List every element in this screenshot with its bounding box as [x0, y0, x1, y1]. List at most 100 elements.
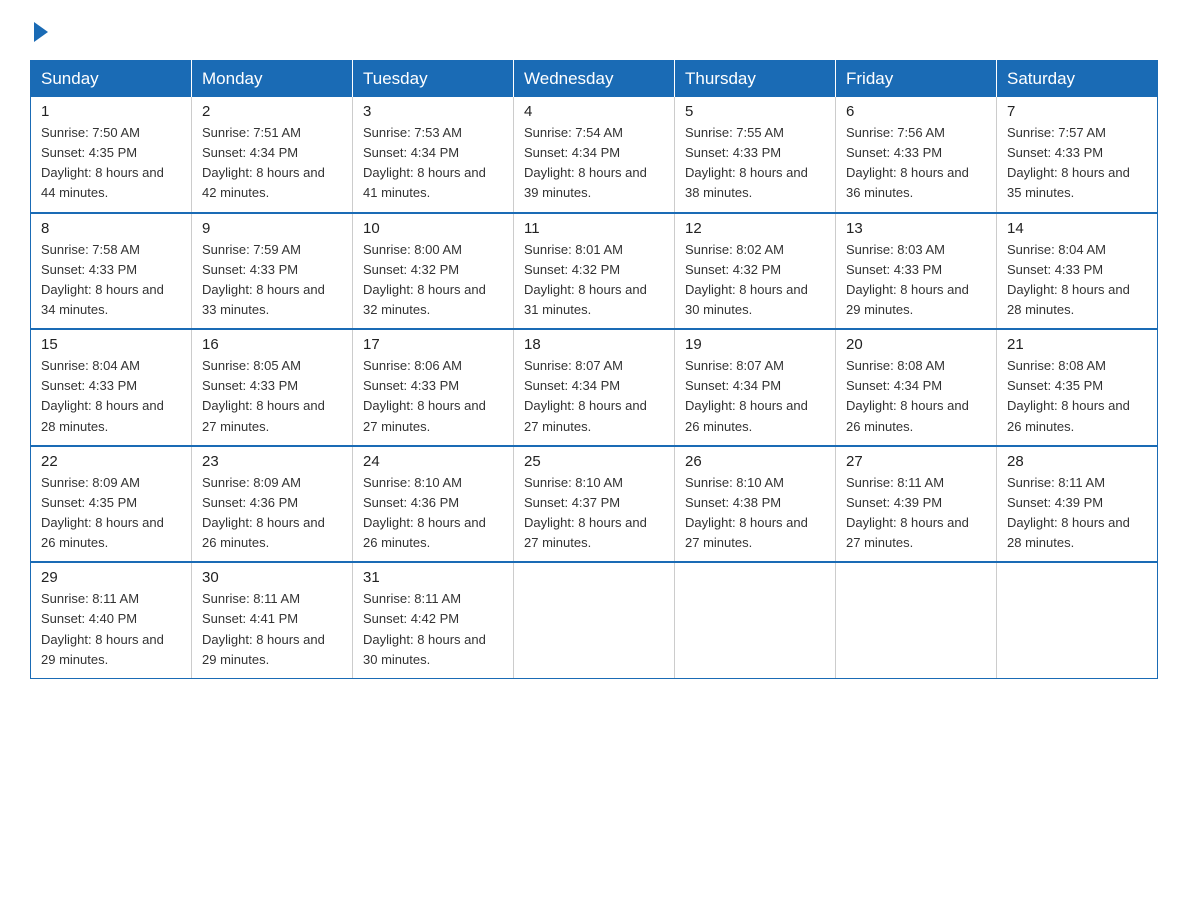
day-info: Sunrise: 8:02 AMSunset: 4:32 PMDaylight:…: [685, 240, 825, 321]
calendar-cell: 12 Sunrise: 8:02 AMSunset: 4:32 PMDayligh…: [675, 213, 836, 330]
day-number: 31: [363, 569, 503, 586]
calendar-cell: 27 Sunrise: 8:11 AMSunset: 4:39 PMDayligh…: [836, 446, 997, 563]
calendar-header-monday: Monday: [192, 61, 353, 98]
calendar-cell: 7Sunrise: 7:57 AMSunset: 4:33 PMDaylight…: [997, 97, 1158, 213]
calendar-cell: 9 Sunrise: 7:59 AMSunset: 4:33 PMDaylight…: [192, 213, 353, 330]
calendar-week-row: 22 Sunrise: 8:09 AMSunset: 4:35 PMDayligh…: [31, 446, 1158, 563]
day-info: Sunrise: 8:09 AMSunset: 4:36 PMDaylight:…: [202, 473, 342, 554]
calendar-cell: 31 Sunrise: 8:11 AMSunset: 4:42 PMDayligh…: [353, 562, 514, 678]
day-number: 15: [41, 336, 181, 353]
calendar-table: SundayMondayTuesdayWednesdayThursdayFrid…: [30, 60, 1158, 679]
calendar-cell: 20 Sunrise: 8:08 AMSunset: 4:34 PMDayligh…: [836, 329, 997, 446]
day-info: Sunrise: 8:09 AMSunset: 4:35 PMDaylight:…: [41, 473, 181, 554]
calendar-cell: 13 Sunrise: 8:03 AMSunset: 4:33 PMDayligh…: [836, 213, 997, 330]
day-number: 27: [846, 453, 986, 470]
calendar-cell: 22 Sunrise: 8:09 AMSunset: 4:35 PMDayligh…: [31, 446, 192, 563]
day-number: 1: [41, 103, 181, 120]
calendar-cell: 19 Sunrise: 8:07 AMSunset: 4:34 PMDayligh…: [675, 329, 836, 446]
calendar-cell: 26 Sunrise: 8:10 AMSunset: 4:38 PMDayligh…: [675, 446, 836, 563]
day-number: 24: [363, 453, 503, 470]
day-number: 4: [524, 103, 664, 120]
calendar-header-row: SundayMondayTuesdayWednesdayThursdayFrid…: [31, 61, 1158, 98]
calendar-cell: 24 Sunrise: 8:10 AMSunset: 4:36 PMDayligh…: [353, 446, 514, 563]
day-number: 23: [202, 453, 342, 470]
day-number: 28: [1007, 453, 1147, 470]
day-info: Sunrise: 7:57 AMSunset: 4:33 PMDaylight:…: [1007, 123, 1147, 204]
logo-arrow-icon: [34, 22, 48, 42]
day-info: Sunrise: 8:08 AMSunset: 4:34 PMDaylight:…: [846, 356, 986, 437]
day-info: Sunrise: 8:01 AMSunset: 4:32 PMDaylight:…: [524, 240, 664, 321]
calendar-cell: 3 Sunrise: 7:53 AMSunset: 4:34 PMDaylight…: [353, 97, 514, 213]
day-info: Sunrise: 8:11 AMSunset: 4:39 PMDaylight:…: [846, 473, 986, 554]
page-header: [30, 20, 1158, 42]
day-number: 22: [41, 453, 181, 470]
day-info: Sunrise: 8:10 AMSunset: 4:38 PMDaylight:…: [685, 473, 825, 554]
calendar-cell: [997, 562, 1158, 678]
calendar-week-row: 1 Sunrise: 7:50 AMSunset: 4:35 PMDaylight…: [31, 97, 1158, 213]
calendar-cell: [836, 562, 997, 678]
calendar-cell: 15 Sunrise: 8:04 AMSunset: 4:33 PMDayligh…: [31, 329, 192, 446]
day-info: Sunrise: 7:50 AMSunset: 4:35 PMDaylight:…: [41, 123, 181, 204]
day-info: Sunrise: 8:11 AMSunset: 4:40 PMDaylight:…: [41, 589, 181, 670]
day-info: Sunrise: 7:53 AMSunset: 4:34 PMDaylight:…: [363, 123, 503, 204]
calendar-cell: 16 Sunrise: 8:05 AMSunset: 4:33 PMDayligh…: [192, 329, 353, 446]
calendar-cell: 2Sunrise: 7:51 AMSunset: 4:34 PMDaylight…: [192, 97, 353, 213]
day-info: Sunrise: 8:10 AMSunset: 4:37 PMDaylight:…: [524, 473, 664, 554]
day-number: 21: [1007, 336, 1147, 353]
calendar-header-sunday: Sunday: [31, 61, 192, 98]
calendar-header-thursday: Thursday: [675, 61, 836, 98]
day-info: Sunrise: 8:08 AMSunset: 4:35 PMDaylight:…: [1007, 356, 1147, 437]
calendar-cell: 1 Sunrise: 7:50 AMSunset: 4:35 PMDaylight…: [31, 97, 192, 213]
calendar-cell: 29Sunrise: 8:11 AMSunset: 4:40 PMDayligh…: [31, 562, 192, 678]
day-number: 2: [202, 103, 342, 120]
day-info: Sunrise: 8:05 AMSunset: 4:33 PMDaylight:…: [202, 356, 342, 437]
calendar-week-row: 15 Sunrise: 8:04 AMSunset: 4:33 PMDayligh…: [31, 329, 1158, 446]
day-info: Sunrise: 8:04 AMSunset: 4:33 PMDaylight:…: [41, 356, 181, 437]
day-number: 14: [1007, 220, 1147, 237]
calendar-cell: [514, 562, 675, 678]
day-number: 19: [685, 336, 825, 353]
day-info: Sunrise: 8:07 AMSunset: 4:34 PMDaylight:…: [524, 356, 664, 437]
calendar-cell: 5Sunrise: 7:55 AMSunset: 4:33 PMDaylight…: [675, 97, 836, 213]
calendar-cell: 28 Sunrise: 8:11 AMSunset: 4:39 PMDayligh…: [997, 446, 1158, 563]
calendar-cell: 18Sunrise: 8:07 AMSunset: 4:34 PMDayligh…: [514, 329, 675, 446]
day-number: 12: [685, 220, 825, 237]
day-number: 16: [202, 336, 342, 353]
calendar-header-friday: Friday: [836, 61, 997, 98]
calendar-header-saturday: Saturday: [997, 61, 1158, 98]
calendar-cell: [675, 562, 836, 678]
day-info: Sunrise: 8:11 AMSunset: 4:39 PMDaylight:…: [1007, 473, 1147, 554]
calendar-cell: 21 Sunrise: 8:08 AMSunset: 4:35 PMDayligh…: [997, 329, 1158, 446]
calendar-header-tuesday: Tuesday: [353, 61, 514, 98]
day-info: Sunrise: 7:56 AMSunset: 4:33 PMDaylight:…: [846, 123, 986, 204]
day-number: 30: [202, 569, 342, 586]
calendar-cell: 4 Sunrise: 7:54 AMSunset: 4:34 PMDaylight…: [514, 97, 675, 213]
day-info: Sunrise: 8:03 AMSunset: 4:33 PMDaylight:…: [846, 240, 986, 321]
day-info: Sunrise: 8:11 AMSunset: 4:42 PMDaylight:…: [363, 589, 503, 670]
day-info: Sunrise: 8:04 AMSunset: 4:33 PMDaylight:…: [1007, 240, 1147, 321]
calendar-cell: 11Sunrise: 8:01 AMSunset: 4:32 PMDayligh…: [514, 213, 675, 330]
calendar-week-row: 8 Sunrise: 7:58 AMSunset: 4:33 PMDaylight…: [31, 213, 1158, 330]
day-info: Sunrise: 7:58 AMSunset: 4:33 PMDaylight:…: [41, 240, 181, 321]
day-number: 25: [524, 453, 664, 470]
calendar-cell: 23 Sunrise: 8:09 AMSunset: 4:36 PMDayligh…: [192, 446, 353, 563]
day-info: Sunrise: 7:59 AMSunset: 4:33 PMDaylight:…: [202, 240, 342, 321]
day-info: Sunrise: 8:10 AMSunset: 4:36 PMDaylight:…: [363, 473, 503, 554]
day-number: 10: [363, 220, 503, 237]
day-number: 3: [363, 103, 503, 120]
day-info: Sunrise: 8:07 AMSunset: 4:34 PMDaylight:…: [685, 356, 825, 437]
calendar-week-row: 29Sunrise: 8:11 AMSunset: 4:40 PMDayligh…: [31, 562, 1158, 678]
day-number: 8: [41, 220, 181, 237]
day-number: 26: [685, 453, 825, 470]
day-number: 13: [846, 220, 986, 237]
day-info: Sunrise: 7:54 AMSunset: 4:34 PMDaylight:…: [524, 123, 664, 204]
day-info: Sunrise: 8:00 AMSunset: 4:32 PMDaylight:…: [363, 240, 503, 321]
day-number: 17: [363, 336, 503, 353]
calendar-cell: 6 Sunrise: 7:56 AMSunset: 4:33 PMDaylight…: [836, 97, 997, 213]
day-info: Sunrise: 8:06 AMSunset: 4:33 PMDaylight:…: [363, 356, 503, 437]
day-number: 20: [846, 336, 986, 353]
day-number: 9: [202, 220, 342, 237]
day-info: Sunrise: 7:55 AMSunset: 4:33 PMDaylight:…: [685, 123, 825, 204]
calendar-cell: 14 Sunrise: 8:04 AMSunset: 4:33 PMDayligh…: [997, 213, 1158, 330]
day-number: 6: [846, 103, 986, 120]
